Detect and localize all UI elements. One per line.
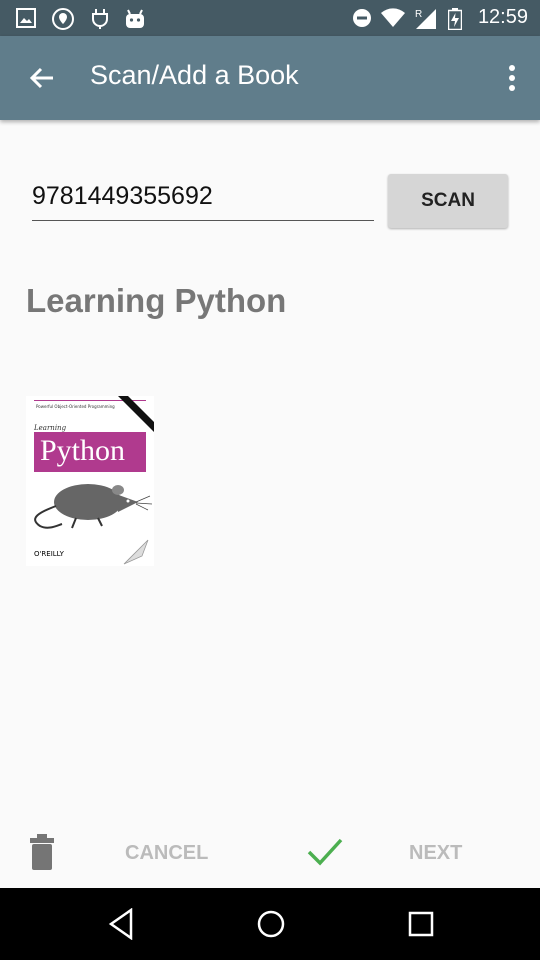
check-icon[interactable] [306, 836, 344, 868]
cover-learning-word: Learning [34, 424, 67, 432]
nav-home-circle-icon[interactable] [256, 908, 286, 940]
arrow-back-icon[interactable] [28, 64, 56, 92]
bottom-action-bar: CANCEL NEXT [0, 820, 540, 888]
isbn-input[interactable]: 9781449355692 [32, 182, 374, 221]
system-nav-bar [0, 888, 540, 960]
roaming-signal-icon: R [415, 9, 436, 29]
book-cover-image: Powerful Object-Oriented Programming Lea… [26, 396, 154, 566]
cover-corner-banner [118, 396, 154, 432]
wifi-icon [381, 8, 405, 27]
svg-text:R: R [415, 9, 422, 20]
more-vert-icon[interactable] [506, 64, 518, 92]
next-button[interactable]: NEXT [409, 842, 462, 865]
cancel-button[interactable]: CANCEL [125, 842, 208, 865]
trash-icon[interactable] [28, 834, 56, 870]
android-icon [126, 9, 144, 28]
status-bar: R 12:59 [0, 0, 540, 36]
cover-title-band: Python [34, 432, 146, 472]
cover-page-curl [123, 539, 149, 565]
plug-icon [92, 9, 108, 29]
image-icon [16, 8, 36, 28]
cover-python-word: Python [40, 434, 126, 467]
cover-publisher: O'REILLY [34, 550, 64, 558]
app-bar: Scan/Add a Book [0, 36, 540, 120]
nav-recents-square-icon[interactable] [408, 908, 434, 940]
status-time: 12:59 [477, 6, 528, 28]
nav-back-triangle-icon[interactable] [108, 908, 134, 940]
book-title: Learning Python [26, 282, 287, 319]
dnd-minus-icon [353, 9, 371, 27]
cover-tagline: Powerful Object-Oriented Programming [36, 404, 115, 409]
page-title: Scan/Add a Book [90, 60, 299, 90]
location-shield-icon [52, 8, 74, 30]
battery-charging-icon [448, 8, 462, 30]
scan-button[interactable]: SCAN [388, 174, 508, 228]
rat-illustration [34, 484, 153, 529]
